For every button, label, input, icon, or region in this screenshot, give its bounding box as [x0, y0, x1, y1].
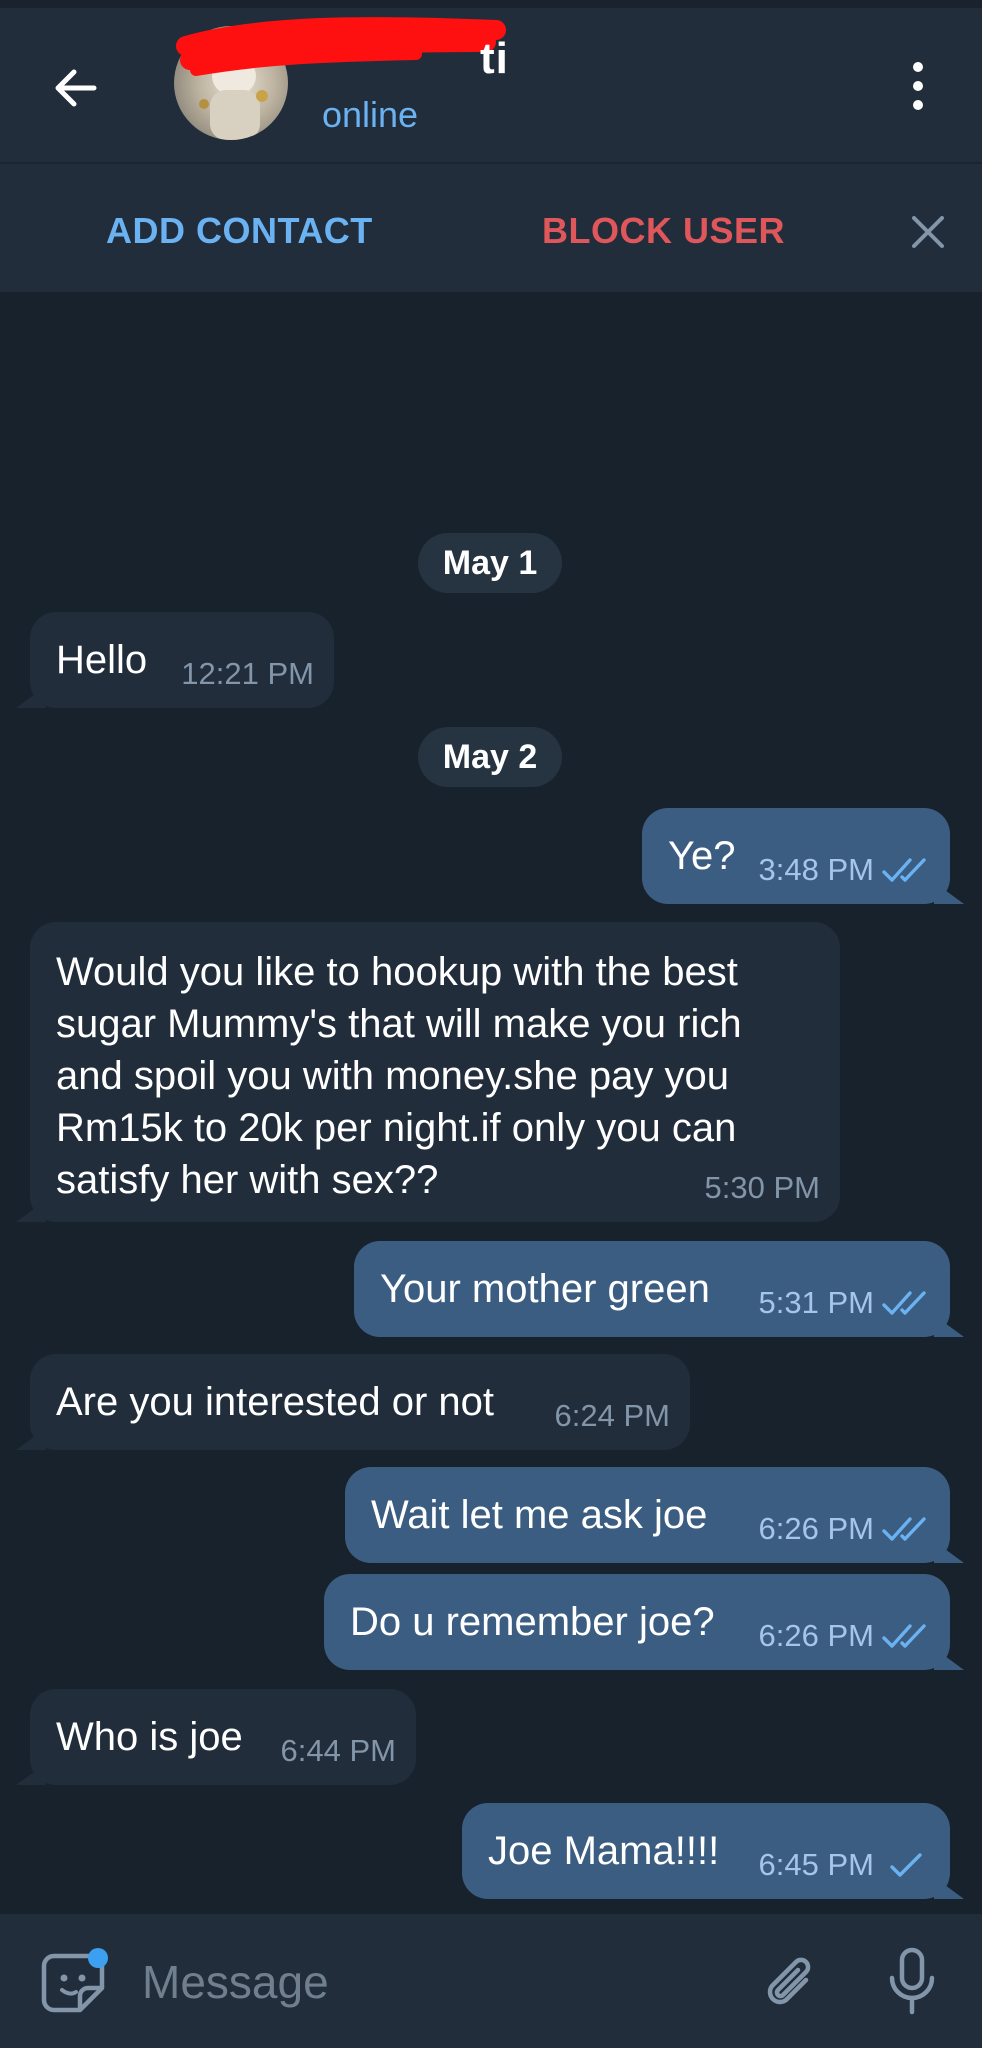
double-check-icon — [882, 1517, 926, 1541]
message-meta: 6:26 PM — [759, 1618, 930, 1654]
message-text: Are you interested or not — [56, 1380, 495, 1424]
attach-button[interactable] — [754, 1944, 826, 2016]
contact-action-bar: ADD CONTACT BLOCK USER — [0, 162, 982, 292]
message-text: Do u remember joe? — [350, 1600, 715, 1644]
message-time: 12:21 PM — [181, 656, 314, 691]
sticker-icon — [41, 1948, 108, 2013]
message-bubble-outgoing[interactable]: Wait let me ask joe 6:26 PM — [345, 1467, 950, 1563]
message-bubble-incoming[interactable]: Who is joe 6:44 PM — [30, 1689, 416, 1785]
block-user-button[interactable]: BLOCK USER — [542, 210, 785, 252]
date-separator: May 2 — [418, 727, 562, 787]
message-bubble-incoming[interactable]: Are you interested or not 6:24 PM — [30, 1354, 690, 1450]
message-bubble-outgoing[interactable]: Your mother green 5:31 PM — [354, 1241, 950, 1337]
chat-header: ti online — [0, 0, 982, 162]
more-vertical-icon-dot — [913, 100, 923, 110]
name-redaction-scribble — [176, 17, 506, 76]
back-button[interactable] — [40, 52, 112, 124]
close-icon[interactable] — [904, 208, 952, 256]
date-separator: May 1 — [418, 533, 562, 593]
message-time: 5:31 PM — [758, 1285, 874, 1320]
message-time: 6:26 PM — [758, 1511, 874, 1546]
paperclip-icon — [767, 1957, 811, 2005]
message-time: 5:30 PM — [704, 1170, 820, 1205]
status-bar-strip — [0, 0, 982, 8]
message-meta: 6:45 PM — [759, 1847, 930, 1883]
more-vertical-icon-dot — [913, 81, 923, 91]
message-input[interactable] — [142, 1952, 702, 2012]
message-text: Wait let me ask joe — [371, 1493, 708, 1537]
add-contact-button[interactable]: ADD CONTACT — [106, 210, 373, 252]
message-bubble-outgoing[interactable]: Do u remember joe? 6:26 PM — [324, 1574, 950, 1670]
message-bubble-outgoing[interactable]: Joe Mama!!!! 6:45 PM — [462, 1803, 950, 1899]
more-options-button[interactable] — [890, 54, 946, 118]
message-time: 6:24 PM — [554, 1398, 670, 1433]
double-check-icon — [882, 1624, 926, 1648]
message-text: Ye? — [668, 834, 736, 878]
arrow-left-icon — [55, 69, 97, 107]
message-meta: 6:26 PM — [759, 1511, 930, 1547]
message-text: Would you like to hookup with the best s… — [56, 950, 742, 1202]
message-time: 6:45 PM — [758, 1847, 874, 1882]
message-meta: 5:31 PM — [759, 1285, 930, 1321]
message-text: Who is joe — [56, 1715, 243, 1759]
message-composer — [0, 1914, 982, 2048]
message-text: Your mother green — [380, 1267, 710, 1311]
contact-name[interactable]: ti — [480, 34, 509, 84]
microphone-icon — [889, 1947, 935, 2015]
more-vertical-icon — [913, 62, 923, 72]
message-bubble-incoming[interactable]: Hello 12:21 PM — [30, 612, 334, 708]
sticker-button[interactable] — [40, 1948, 110, 2018]
voice-message-button[interactable] — [876, 1944, 948, 2020]
message-bubble-incoming[interactable]: Would you like to hookup with the best s… — [30, 922, 840, 1222]
check-icon — [890, 1853, 922, 1877]
message-bubble-outgoing[interactable]: Ye? 3:48 PM — [642, 808, 950, 904]
contact-status: online — [322, 94, 419, 135]
message-time: 6:26 PM — [758, 1618, 874, 1653]
double-check-icon — [882, 858, 926, 882]
message-time: 6:44 PM — [280, 1733, 396, 1768]
message-meta: 3:48 PM — [759, 852, 930, 888]
double-check-icon — [882, 1291, 926, 1315]
message-time: 3:48 PM — [758, 852, 874, 887]
message-text: Joe Mama!!!! — [488, 1829, 720, 1873]
message-text: Hello — [56, 638, 148, 682]
